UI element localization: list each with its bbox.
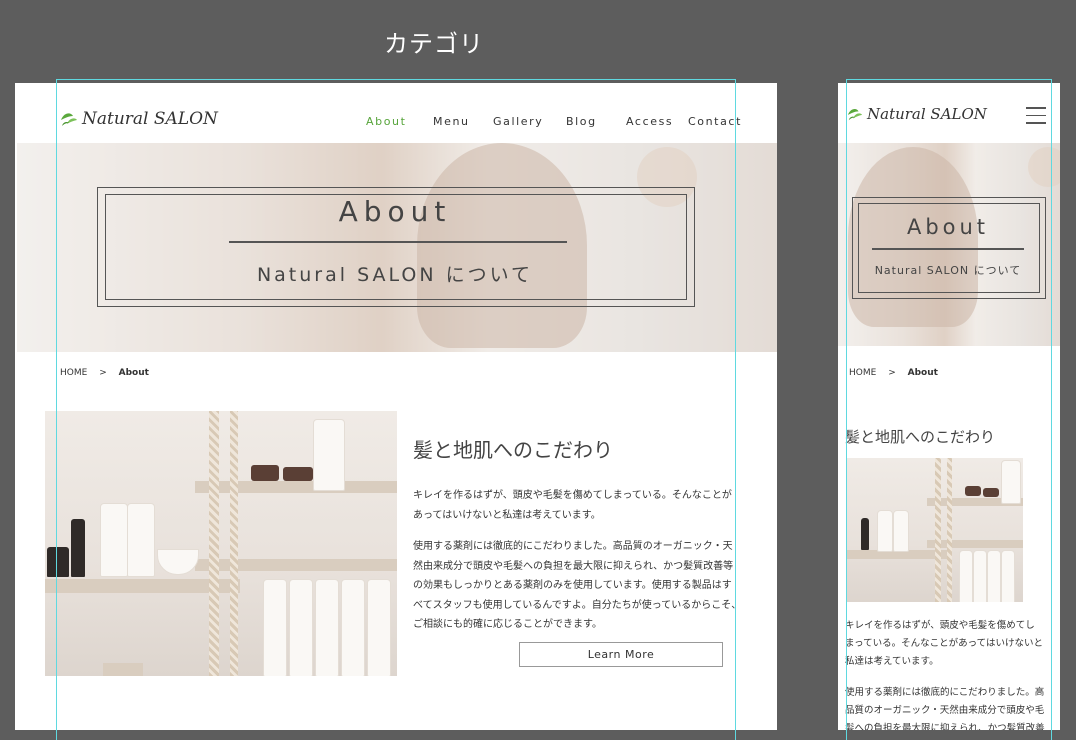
page-title: カテゴリ — [384, 30, 484, 58]
mobile-content-guide — [846, 79, 1052, 740]
desktop-content-guide — [56, 79, 736, 740]
